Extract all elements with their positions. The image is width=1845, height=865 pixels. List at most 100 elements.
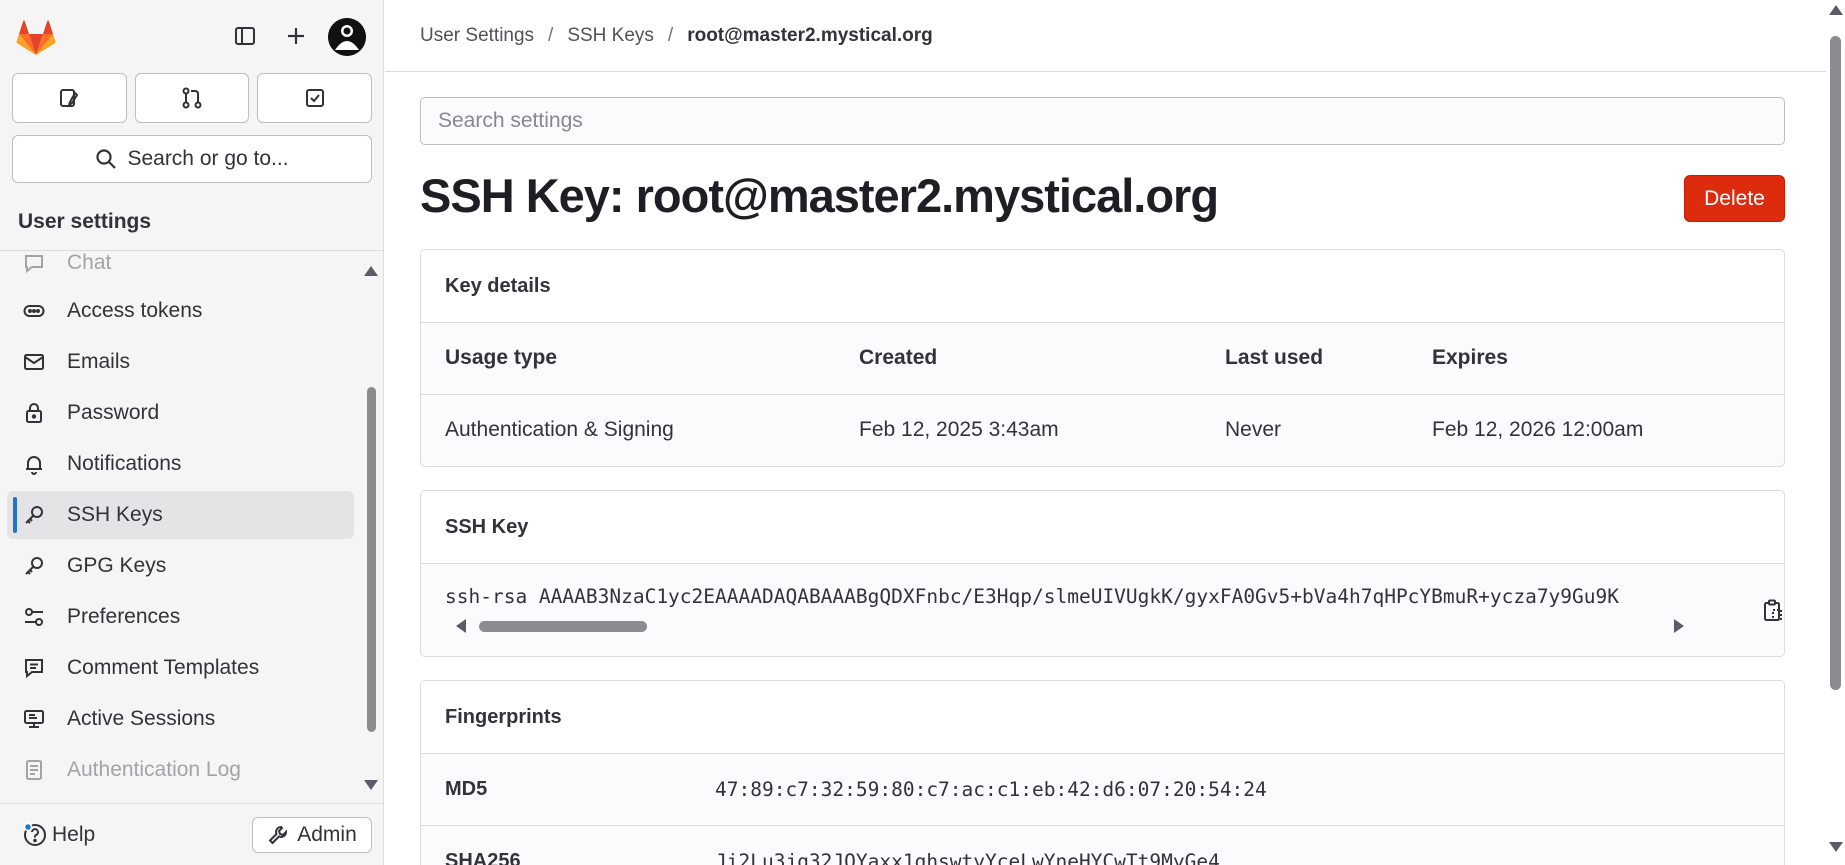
sidebar-item-label: Access tokens	[67, 299, 203, 322]
scrollbar-thumb[interactable]	[1830, 36, 1841, 690]
column-header-last-used: Last used	[1225, 346, 1324, 369]
plus-icon[interactable]	[278, 18, 314, 54]
admin-button[interactable]: Admin	[252, 817, 372, 853]
breadcrumb-separator: /	[667, 24, 674, 46]
fingerprint-row: MD5 47:89:c7:32:59:80:c7:ac:c1:eb:42:d6:…	[421, 754, 1784, 826]
ssh-key-body: ssh-rsa AAAAB3NzaC1yc2EAAAADAQABAAABgQDX…	[421, 564, 1784, 656]
key-details-title: Key details	[421, 250, 1784, 323]
sidebar-nav: Chat Access tokens Emails Password Notif…	[0, 251, 370, 803]
wrench-icon	[268, 825, 288, 845]
column-header-expires: Expires	[1432, 346, 1508, 369]
sidebar-heading: User settings	[18, 210, 152, 233]
key-icon	[7, 504, 67, 526]
merge-request-icon	[182, 87, 202, 109]
sidebar: Search or go to... User settings Chat Ac…	[0, 0, 384, 865]
main-content: User Settings / SSH Keys / root@master2.…	[385, 0, 1826, 865]
sidebar-item-label: Password	[67, 401, 160, 424]
ssh-key-card: SSH Key ssh-rsa AAAAB3NzaC1yc2EAAAADAQAB…	[420, 490, 1785, 657]
sidebar-item-active-sessions[interactable]: Active Sessions	[7, 695, 354, 743]
copy-to-clipboard-icon[interactable]	[1761, 598, 1784, 624]
scroll-right-arrow-icon[interactable]	[1674, 619, 1684, 633]
column-header-created: Created	[859, 346, 938, 369]
sidebar-item-password[interactable]: Password	[7, 389, 354, 437]
sidebar-item-access-tokens[interactable]: Access tokens	[7, 287, 354, 335]
sidebar-item-preferences[interactable]: Preferences	[7, 593, 354, 641]
scroll-left-arrow-icon[interactable]	[456, 619, 466, 633]
breadcrumb-separator: /	[548, 24, 554, 46]
sidebar-item-authentication-log[interactable]: Authentication Log	[7, 746, 354, 794]
bell-icon	[7, 453, 67, 475]
sidebar-item-comment-templates[interactable]: Comment Templates	[7, 644, 354, 692]
issues-icon	[60, 89, 79, 108]
fingerprints-title: Fingerprints	[421, 681, 1784, 754]
help-button[interactable]: Help	[22, 822, 95, 848]
mail-icon	[7, 351, 67, 373]
expires-value: Feb 12, 2026 12:00am	[1432, 418, 1644, 441]
sidebar-item-emails[interactable]: Emails	[7, 338, 354, 386]
ssh-key-value[interactable]: ssh-rsa AAAAB3NzaC1yc2EAAAADAQABAAABgQDX…	[445, 585, 1723, 608]
horizontal-scrollbar-thumb[interactable]	[479, 621, 647, 632]
todos-button[interactable]	[257, 73, 373, 123]
fingerprint-row: SHA256 Ji2Lu3jq32JOYaxx1ghswtyYceLwYneHY…	[421, 826, 1784, 865]
search-or-go-button[interactable]: Search or go to...	[12, 135, 372, 183]
sidebar-item-label: Chat	[67, 251, 112, 274]
sidebar-toggle-icon[interactable]	[227, 18, 263, 54]
sidebar-item-label: Preferences	[67, 605, 181, 628]
created-value: Feb 12, 2025 3:43am	[859, 418, 1059, 441]
breadcrumb: User Settings / SSH Keys / root@master2.…	[385, 0, 1826, 72]
scroll-down-arrow-icon[interactable]	[364, 780, 378, 790]
help-label: Help	[52, 823, 96, 846]
scrollbar-thumb[interactable]	[367, 387, 376, 732]
key-details-card: Key details Usage type Created Last used…	[420, 249, 1785, 467]
key-details-value-row: Authentication & Signing Feb 12, 2025 3:…	[421, 395, 1784, 466]
fingerprint-value: 47:89:c7:32:59:80:c7:ac:c1:eb:42:d6:07:2…	[715, 778, 1267, 801]
sidebar-item-label: Active Sessions	[67, 707, 216, 730]
avatar[interactable]	[328, 18, 366, 56]
fingerprint-label: SHA256	[445, 850, 521, 865]
search-or-go-label: Search or go to...	[127, 147, 289, 170]
search-settings-input[interactable]	[420, 97, 1785, 145]
fingerprint-label: MD5	[445, 778, 488, 800]
quick-actions	[12, 73, 373, 123]
sidebar-item-label: GPG Keys	[67, 554, 167, 577]
gitlab-logo-icon[interactable]	[16, 18, 56, 56]
sidebar-scrollbar[interactable]	[364, 262, 378, 792]
key-icon	[7, 555, 67, 577]
sidebar-item-ssh-keys[interactable]: SSH Keys	[7, 491, 354, 539]
sidebar-item-notifications[interactable]: Notifications	[7, 440, 354, 488]
scroll-down-arrow-icon[interactable]	[1829, 842, 1843, 852]
column-header-usage-type: Usage type	[445, 346, 558, 369]
sidebar-footer: Help Admin	[0, 803, 383, 865]
sidebar-item-label: Emails	[67, 350, 131, 373]
admin-label: Admin	[297, 823, 357, 846]
scroll-up-arrow-icon[interactable]	[1829, 5, 1843, 15]
comment-lines-icon	[7, 657, 67, 679]
preferences-icon	[7, 606, 67, 628]
page-scrollbar[interactable]	[1826, 0, 1845, 865]
breadcrumb-user-settings[interactable]: User Settings	[420, 25, 534, 47]
sidebar-item-gpg-keys[interactable]: GPG Keys	[7, 542, 354, 590]
issues-button[interactable]	[12, 73, 127, 123]
log-icon	[7, 759, 67, 781]
sidebar-item-label: SSH Keys	[67, 503, 163, 526]
delete-button[interactable]: Delete	[1684, 175, 1785, 222]
breadcrumb-ssh-keys[interactable]: SSH Keys	[567, 25, 654, 47]
help-icon	[23, 822, 46, 846]
key-details-header-row: Usage type Created Last used Expires	[421, 323, 1784, 395]
token-icon	[7, 300, 67, 322]
sidebar-item-label: Comment Templates	[67, 656, 260, 679]
scroll-up-arrow-icon[interactable]	[364, 266, 378, 276]
fingerprints-card: Fingerprints MD5 47:89:c7:32:59:80:c7:ac…	[420, 680, 1785, 865]
sidebar-item-label: Authentication Log	[67, 758, 241, 781]
breadcrumb-current[interactable]: root@master2.mystical.org	[687, 25, 933, 47]
todo-icon	[305, 89, 324, 107]
sidebar-item-chat[interactable]: Chat	[7, 251, 354, 287]
merge-requests-button[interactable]	[134, 73, 250, 123]
sidebar-item-label: Notifications	[67, 452, 182, 475]
ssh-key-title: SSH Key	[421, 491, 1784, 564]
monitor-icon	[7, 708, 67, 730]
comment-icon	[7, 252, 67, 274]
search-icon	[96, 149, 117, 169]
fingerprint-value: Ji2Lu3jq32JOYaxx1ghswtyYceLwYneHYCwTt9My…	[715, 850, 1220, 865]
sidebar-top	[0, 0, 383, 70]
